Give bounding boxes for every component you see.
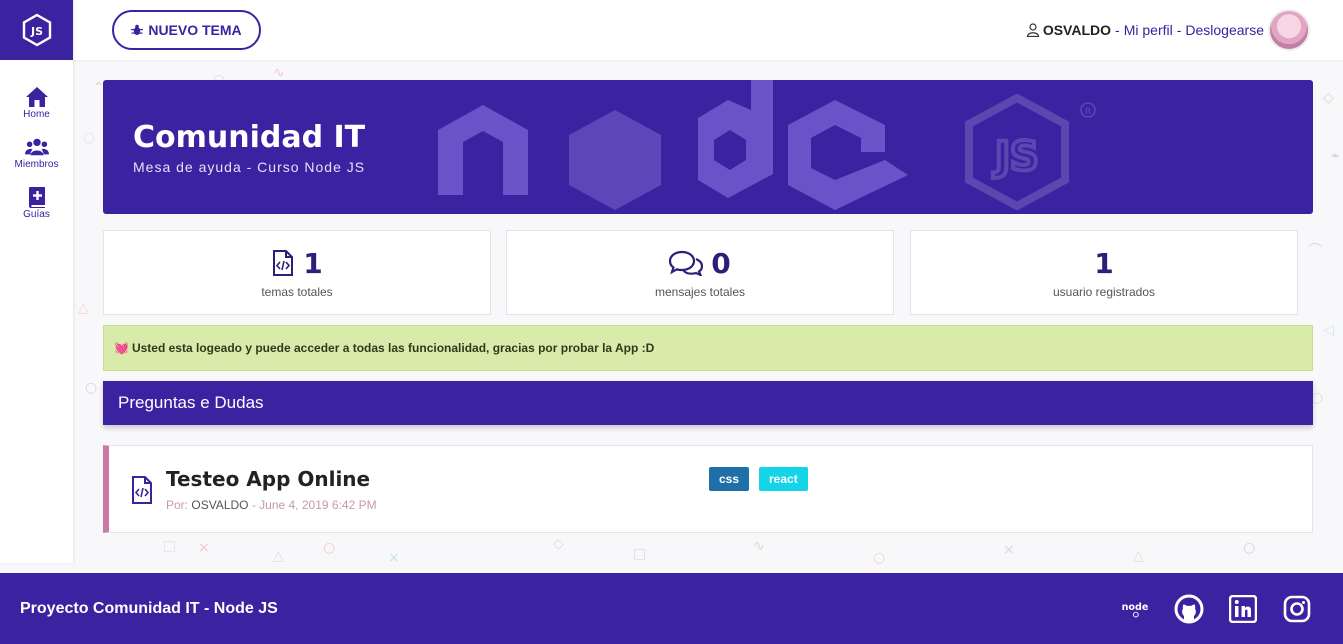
user-icon — [1026, 23, 1039, 37]
stat-value: 0 — [711, 246, 731, 280]
topic-meta: Por: OSVALDO - June 4, 2019 6:42 PM — [166, 498, 377, 512]
profile-link[interactable]: Mi perfil — [1124, 22, 1173, 38]
footer: Proyecto Comunidad IT - Node JS node — [0, 573, 1343, 644]
svg-text:JS: JS — [29, 25, 42, 38]
new-topic-label: NUEVO TEMA — [148, 22, 242, 38]
stat-label: mensajes totales — [654, 284, 746, 299]
alert-text: Usted esta logeado y puede acceder a tod… — [131, 341, 655, 355]
footer-text: Proyecto Comunidad IT - Node JS — [20, 599, 278, 617]
tag-css[interactable]: css — [709, 467, 750, 491]
user-name: OSVALDO — [1042, 22, 1112, 38]
tag-react[interactable]: react — [759, 467, 808, 491]
file-code-icon — [273, 250, 294, 276]
topic-by-label: Por: — [166, 498, 189, 512]
stat-value: 1 — [1094, 246, 1114, 280]
logout-link[interactable]: Deslogearse — [1185, 22, 1264, 38]
separator: - — [1115, 22, 1120, 38]
topic-title[interactable]: Testeo App Online — [166, 467, 370, 491]
stat-messages: 0 mensajes totales — [506, 230, 894, 315]
sidebar-item-home[interactable]: Home — [0, 86, 73, 120]
topic-date: - June 4, 2019 6:42 PM — [251, 498, 377, 512]
svg-text:JS: JS — [992, 134, 1039, 180]
sidebar: JS Home Miembros Guías — [0, 0, 73, 563]
heart-icon: 💓 — [114, 341, 129, 355]
svg-text:R: R — [1085, 107, 1091, 117]
page-title: Comunidad IT — [133, 120, 366, 155]
node-logo-watermark: JS R — [438, 80, 1096, 211]
hero-banner: JS R Comunidad IT Mesa de ayuda - Curso … — [103, 80, 1313, 214]
nodejs-logo[interactable]: JS — [0, 0, 73, 60]
nodejs-hexagon-icon: JS — [22, 13, 51, 47]
instagram-icon[interactable] — [1281, 593, 1313, 625]
social-links: node — [1119, 593, 1313, 625]
bug-icon — [131, 24, 144, 35]
stat-topics: 1 temas totales — [103, 230, 491, 315]
user-menu: OSVALDO - Mi perfil - Deslogearse — [1026, 9, 1310, 51]
sidebar-item-label: Guías — [23, 209, 50, 220]
separator: - — [1176, 22, 1182, 38]
linkedin-icon[interactable] — [1227, 593, 1259, 625]
stat-label: usuario registrados — [1052, 284, 1156, 299]
sidebar-item-miembros[interactable]: Miembros — [0, 136, 73, 170]
topic-author[interactable]: OSVALDO — [191, 498, 248, 512]
svg-text:node: node — [1122, 601, 1149, 612]
comments-icon — [669, 250, 704, 276]
stat-label: temas totales — [261, 284, 333, 299]
top-header: NUEVO TEMA OSVALDO - Mi perfil - Desloge… — [73, 0, 1343, 60]
sidebar-item-label: Miembros — [14, 159, 59, 170]
file-code-icon — [132, 476, 152, 504]
topic-card[interactable]: Testeo App Online Por: OSVALDO - June 4,… — [103, 445, 1313, 533]
page-subtitle: Mesa de ayuda - Curso Node JS — [133, 159, 366, 175]
github-icon[interactable] — [1173, 593, 1205, 625]
logged-in-alert: 💓 Usted esta logeado y puede acceder a t… — [103, 325, 1313, 371]
section-title: Preguntas e Dudas — [103, 381, 1313, 425]
node-icon[interactable]: node — [1119, 593, 1151, 625]
new-topic-button[interactable]: NUEVO TEMA — [112, 10, 261, 50]
stat-users: 1 usuario registrados — [910, 230, 1298, 315]
sidebar-item-label: Home — [23, 109, 50, 120]
stat-value: 1 — [303, 246, 323, 280]
avatar[interactable] — [1268, 9, 1310, 51]
users-icon — [24, 138, 49, 156]
home-icon — [25, 87, 48, 107]
book-plus-icon — [28, 187, 45, 208]
sidebar-item-guias[interactable]: Guías — [0, 186, 73, 220]
